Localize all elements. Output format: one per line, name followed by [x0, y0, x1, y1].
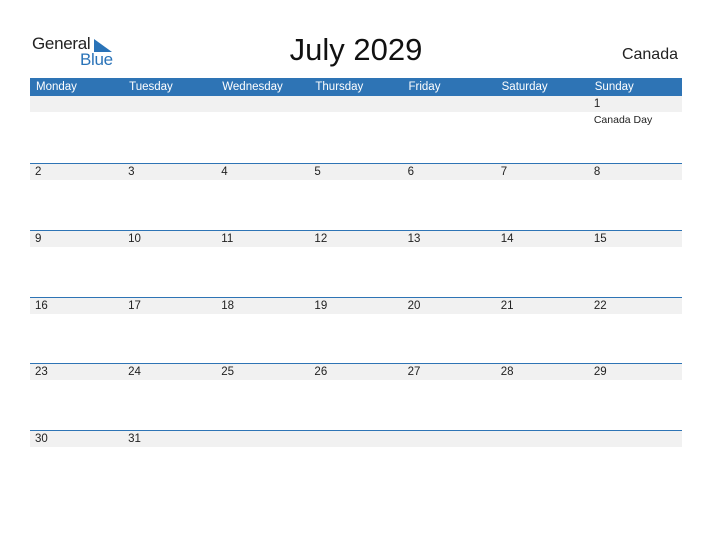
day-number: 16: [35, 300, 48, 312]
weekday-wednesday: Wednesday: [222, 81, 283, 93]
day-number: 11: [221, 233, 234, 245]
day-number: 20: [407, 300, 421, 312]
day-number: 2: [35, 166, 42, 178]
day-cell: 7: [496, 164, 589, 231]
day-cell: 14: [496, 231, 589, 298]
day-number: 31: [128, 433, 141, 445]
day-cell: [30, 96, 123, 163]
day-cell: [496, 431, 589, 498]
day-number: 22: [593, 300, 607, 312]
day-number: 1: [593, 98, 601, 110]
day-cell: [589, 431, 682, 498]
day-cell: [216, 96, 309, 163]
day-cell: [403, 96, 496, 163]
day-cell: 4: [216, 164, 309, 231]
week-row: 9 10 11 12 13 14 15: [30, 230, 682, 298]
day-cell: 23: [30, 364, 123, 431]
day-number: 23: [35, 366, 48, 378]
day-number: 28: [500, 366, 514, 378]
weekday-saturday: Saturday: [501, 81, 548, 93]
day-cell: 9: [30, 231, 123, 298]
day-cell: 2: [30, 164, 123, 231]
day-cell: [403, 431, 496, 498]
day-number: 24: [128, 366, 141, 378]
day-number: 18: [221, 300, 235, 312]
day-number: 21: [500, 300, 514, 312]
day-cell: 30: [30, 431, 123, 498]
weekday-friday: Friday: [408, 81, 441, 93]
day-cell: 21: [496, 298, 589, 365]
day-number: 8: [593, 166, 601, 178]
weekday-thursday: Thursday: [315, 81, 364, 93]
day-cell: 16: [30, 298, 123, 365]
week-row: 2 3 4 5 6 7 8: [30, 163, 682, 231]
day-number: 29: [593, 366, 607, 378]
day-cell: [123, 96, 216, 163]
day-number: 12: [314, 233, 328, 245]
day-cell: 12: [309, 231, 402, 298]
weekday-header: Monday Tuesday Wednesday Thursday Friday…: [30, 78, 682, 96]
day-cell: 28: [496, 364, 589, 431]
day-cell: 20: [403, 298, 496, 365]
day-cell: 3: [123, 164, 216, 231]
day-cell: [309, 431, 402, 498]
calendar-title: July 2029: [289, 32, 423, 67]
day-cell: 25: [216, 364, 309, 431]
day-number: 13: [407, 233, 421, 245]
day-number: 27: [407, 366, 421, 378]
day-number: 3: [128, 166, 135, 178]
day-number: 30: [35, 433, 48, 445]
weekday-tuesday: Tuesday: [129, 81, 173, 93]
day-number: 10: [128, 233, 141, 245]
day-cell: [216, 431, 309, 498]
day-number: 15: [593, 233, 607, 245]
day-cell: 31: [123, 431, 216, 498]
day-cell: [496, 96, 589, 163]
day-cell: 10: [123, 231, 216, 298]
day-cell: 26: [309, 364, 402, 431]
weekday-sunday: Sunday: [594, 81, 634, 93]
day-number: 17: [128, 300, 141, 312]
weekday-monday: Monday: [36, 81, 77, 93]
day-number: 4: [221, 166, 228, 178]
day-number: 26: [314, 366, 328, 378]
day-cell: 15: [589, 231, 682, 298]
day-number: 9: [35, 233, 42, 245]
day-number: 19: [314, 300, 328, 312]
country-label: Canada: [621, 46, 678, 63]
day-cell: 8: [589, 164, 682, 231]
day-cell: 5: [309, 164, 402, 231]
day-cell: 27: [403, 364, 496, 431]
day-cell: 19: [309, 298, 402, 365]
day-number: 25: [221, 366, 235, 378]
day-cell: 17: [123, 298, 216, 365]
week-row: 16 17 18 19 20 21 22: [30, 297, 682, 365]
day-cell: 29: [589, 364, 682, 431]
day-cell: 24: [123, 364, 216, 431]
day-cell: 22: [589, 298, 682, 365]
week-row: 23 24 25 26 27 28 29: [30, 363, 682, 431]
day-cell: 1 Canada Day: [589, 96, 682, 163]
week-row: 1 Canada Day: [30, 96, 682, 163]
day-cell: [309, 96, 402, 163]
week-row: 30 31: [30, 430, 682, 498]
day-number: 7: [500, 166, 508, 178]
day-cell: 11: [216, 231, 309, 298]
day-cell: 13: [403, 231, 496, 298]
day-number: 5: [314, 166, 321, 178]
day-number: 14: [500, 233, 514, 245]
day-cell: 6: [403, 164, 496, 231]
day-cell: 18: [216, 298, 309, 365]
day-number: 6: [407, 166, 414, 178]
holiday-label: Canada Day: [593, 114, 653, 126]
